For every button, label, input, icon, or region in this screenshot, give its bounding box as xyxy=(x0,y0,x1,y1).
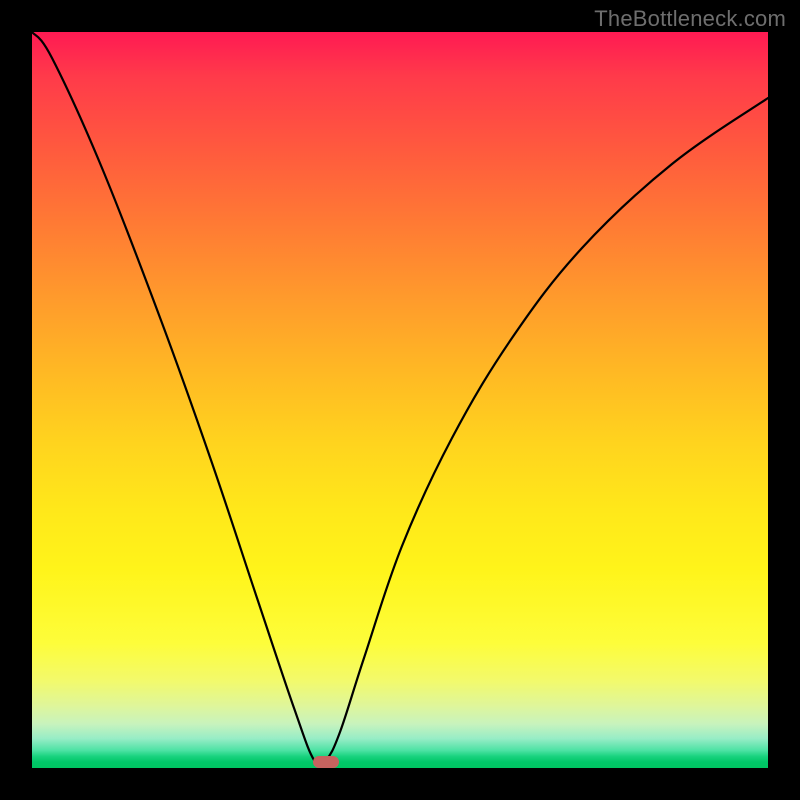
bottleneck-curve xyxy=(32,32,768,768)
plot-area xyxy=(32,32,768,768)
dip-marker xyxy=(313,756,339,768)
watermark-text: TheBottleneck.com xyxy=(594,6,786,32)
chart-frame: TheBottleneck.com xyxy=(0,0,800,800)
